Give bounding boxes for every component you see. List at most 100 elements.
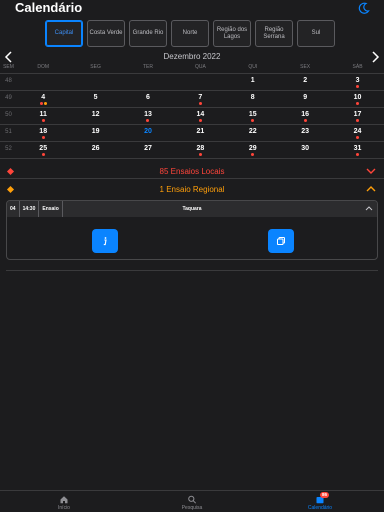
week-number: 51 (5, 129, 12, 135)
calendar-grid: SEM DOM SEG TER QUA QUI SEX SÁB 48 1 2 3 49 4… (0, 64, 384, 159)
region-grande-rio[interactable]: Grande Rio (129, 20, 167, 47)
region-label: Costa Verde (89, 30, 123, 36)
calendar-day[interactable]: 11 (17, 108, 69, 124)
calendar-day[interactable]: 26 (69, 142, 121, 158)
calendar-day[interactable]: 9 (279, 91, 331, 107)
calendar-day[interactable]: 14 (174, 108, 226, 124)
calendar-day[interactable]: 27 (122, 142, 174, 158)
tab-pesquisa[interactable]: Pesquisa (128, 491, 256, 512)
weekday-label: DOM (37, 64, 50, 70)
regional-event-dot (43, 102, 47, 105)
calendar-week-row: 49 4 5 6 7 8 9 10 (0, 90, 384, 107)
region-label: Sul (311, 30, 321, 36)
month-navigation: Dezembro 2022 (0, 50, 384, 64)
calendar-day[interactable]: 16 (279, 108, 331, 124)
region-label: Capital (54, 30, 74, 36)
event-indicators (17, 153, 69, 156)
moon-icon[interactable] (358, 2, 370, 14)
region-capital[interactable]: Capital (45, 20, 83, 47)
event-indicators (174, 102, 226, 105)
chevron-down-icon[interactable] (366, 167, 376, 175)
local-rehearsals-section[interactable]: 85 Ensaios Locais (0, 164, 384, 179)
calendar-day[interactable]: 1 (227, 74, 279, 90)
calendar-week-row: 50 11 12 13 14 15 16 17 (0, 107, 384, 124)
month-label: Dezembro 2022 (163, 52, 221, 61)
local-event-dot (356, 153, 360, 156)
local-event-dot (356, 119, 360, 122)
calendar-day[interactable]: 17 (331, 108, 383, 124)
calendar-day[interactable]: 24 (331, 125, 383, 141)
day-number: 28 (196, 145, 205, 152)
calendar-day-empty (122, 74, 174, 90)
chevron-right-icon[interactable] (370, 51, 380, 63)
event-indicators (227, 119, 279, 122)
calendar-day[interactable]: 19 (69, 125, 121, 141)
copy-button[interactable] (268, 229, 294, 253)
local-event-dot (251, 153, 255, 156)
local-event-dot (198, 153, 202, 156)
week-number: 49 (5, 95, 12, 101)
calendar-day[interactable]: 31 (331, 142, 383, 158)
event-card: 04 14:30 Ensaio Taquara (6, 200, 378, 260)
calendar-day[interactable]: 29 (227, 142, 279, 158)
day-number: 7 (198, 94, 203, 101)
day-number: 6 (146, 94, 150, 101)
tab-calendario[interactable]: 86 Calendário (256, 491, 384, 512)
day-number: 29 (248, 145, 257, 152)
calendar-day[interactable]: 7 (174, 91, 226, 107)
local-event-dot (251, 119, 255, 122)
day-number: 17 (353, 111, 362, 118)
regional-rehearsals-section[interactable]: 1 Ensaio Regional (0, 182, 384, 197)
weekday-label: TER (142, 64, 153, 70)
day-number: 19 (91, 128, 100, 135)
tab-label: Início (58, 505, 70, 511)
calendar-day[interactable]: 20 (122, 125, 174, 141)
info-button[interactable] (92, 229, 118, 253)
event-indicators (174, 119, 226, 122)
divider (6, 270, 378, 271)
region-sul[interactable]: Sul (297, 20, 335, 47)
day-number: 10 (353, 94, 362, 101)
local-event-dot (146, 119, 150, 122)
day-number: 3 (355, 77, 360, 84)
calendar-day[interactable]: 8 (227, 91, 279, 107)
calendar-day[interactable]: 2 (279, 74, 331, 90)
region-costa-verde[interactable]: Costa Verde (87, 20, 125, 47)
calendar-day-empty (17, 74, 69, 90)
local-event-dot (41, 136, 45, 139)
calendar-day[interactable]: 30 (279, 142, 331, 158)
calendar-day[interactable]: 13 (122, 108, 174, 124)
calendar-day[interactable]: 21 (174, 125, 226, 141)
region-regiao-serrana[interactable]: Região Serrana (255, 20, 293, 47)
calendar-day[interactable]: 12 (69, 108, 121, 124)
event-indicators (331, 102, 383, 105)
local-rehearsals-label: 85 Ensaios Locais (159, 167, 225, 176)
event-header[interactable]: 04 14:30 Ensaio Taquara (7, 201, 377, 217)
calendar-day[interactable]: 28 (174, 142, 226, 158)
local-event-dot (39, 102, 43, 105)
week-number: 52 (5, 146, 12, 152)
calendar-day[interactable]: 23 (279, 125, 331, 141)
calendar-day[interactable]: 15 (227, 108, 279, 124)
region-norte[interactable]: Norte (171, 20, 209, 47)
calendar-day[interactable]: 6 (122, 91, 174, 107)
region-regiao-dos-lagos[interactable]: Região dos Lagos (213, 20, 251, 47)
calendar-day[interactable]: 10 (331, 91, 383, 107)
calendar-day[interactable]: 25 (17, 142, 69, 158)
chevron-up-icon[interactable] (366, 185, 376, 193)
calendar-day[interactable]: 18 (17, 125, 69, 141)
event-indicators (331, 136, 383, 139)
calendar-day[interactable]: 22 (227, 125, 279, 141)
chevron-up-icon[interactable] (365, 205, 373, 212)
calendar-day[interactable]: 5 (69, 91, 121, 107)
event-indicators (174, 153, 226, 156)
day-number: 26 (91, 145, 100, 152)
calendar-week-row: 48 1 2 3 (0, 73, 384, 90)
day-number: 8 (250, 94, 255, 101)
calendar-day[interactable]: 4 (17, 91, 69, 107)
local-event-dot (198, 102, 202, 105)
day-number: 27 (144, 145, 152, 152)
calendar-day[interactable]: 3 (331, 74, 383, 90)
event-location: Taquara (182, 206, 202, 212)
tab-inicio[interactable]: Início (0, 491, 128, 512)
